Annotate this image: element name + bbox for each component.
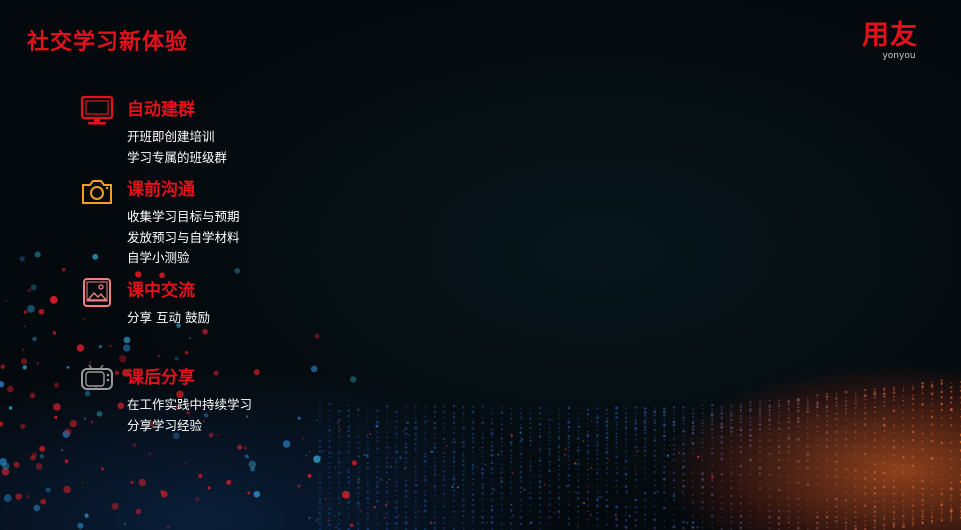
section-line: 学习专属的班级群 [127, 149, 228, 165]
section-line: 开班即创建培训 [127, 129, 215, 144]
tv-icon [81, 364, 113, 390]
section-line: 发放预习与自学材料 [127, 229, 240, 245]
section-line: 自学小测验 [127, 250, 190, 265]
section-line: 分享 互动 鼓励 [127, 310, 210, 325]
image-icon [83, 278, 111, 307]
logo-chinese: 用友 [862, 20, 918, 51]
logo-english: yonyou [882, 51, 916, 61]
section-title: 课后分享 [127, 368, 195, 388]
section-line: 收集学习目标与预期 [127, 209, 240, 224]
section-title: 课前沟通 [127, 180, 195, 200]
monitor-icon [80, 95, 114, 125]
section-line: 分享学习经验 [127, 417, 203, 433]
page-title: 社交学习新体验 [27, 30, 189, 55]
slide: 社交学习新体验 用友 yonyou 自动建群 开班即创建培训 学习专属的班级群 … [0, 0, 961, 530]
yonyou-logo: 用友 yonyou [858, 20, 922, 61]
camera-icon [82, 180, 112, 204]
section-line: 在工作实践中持续学习 [127, 397, 253, 412]
section-title: 课中交流 [127, 281, 195, 301]
section-title: 自动建群 [127, 100, 195, 120]
